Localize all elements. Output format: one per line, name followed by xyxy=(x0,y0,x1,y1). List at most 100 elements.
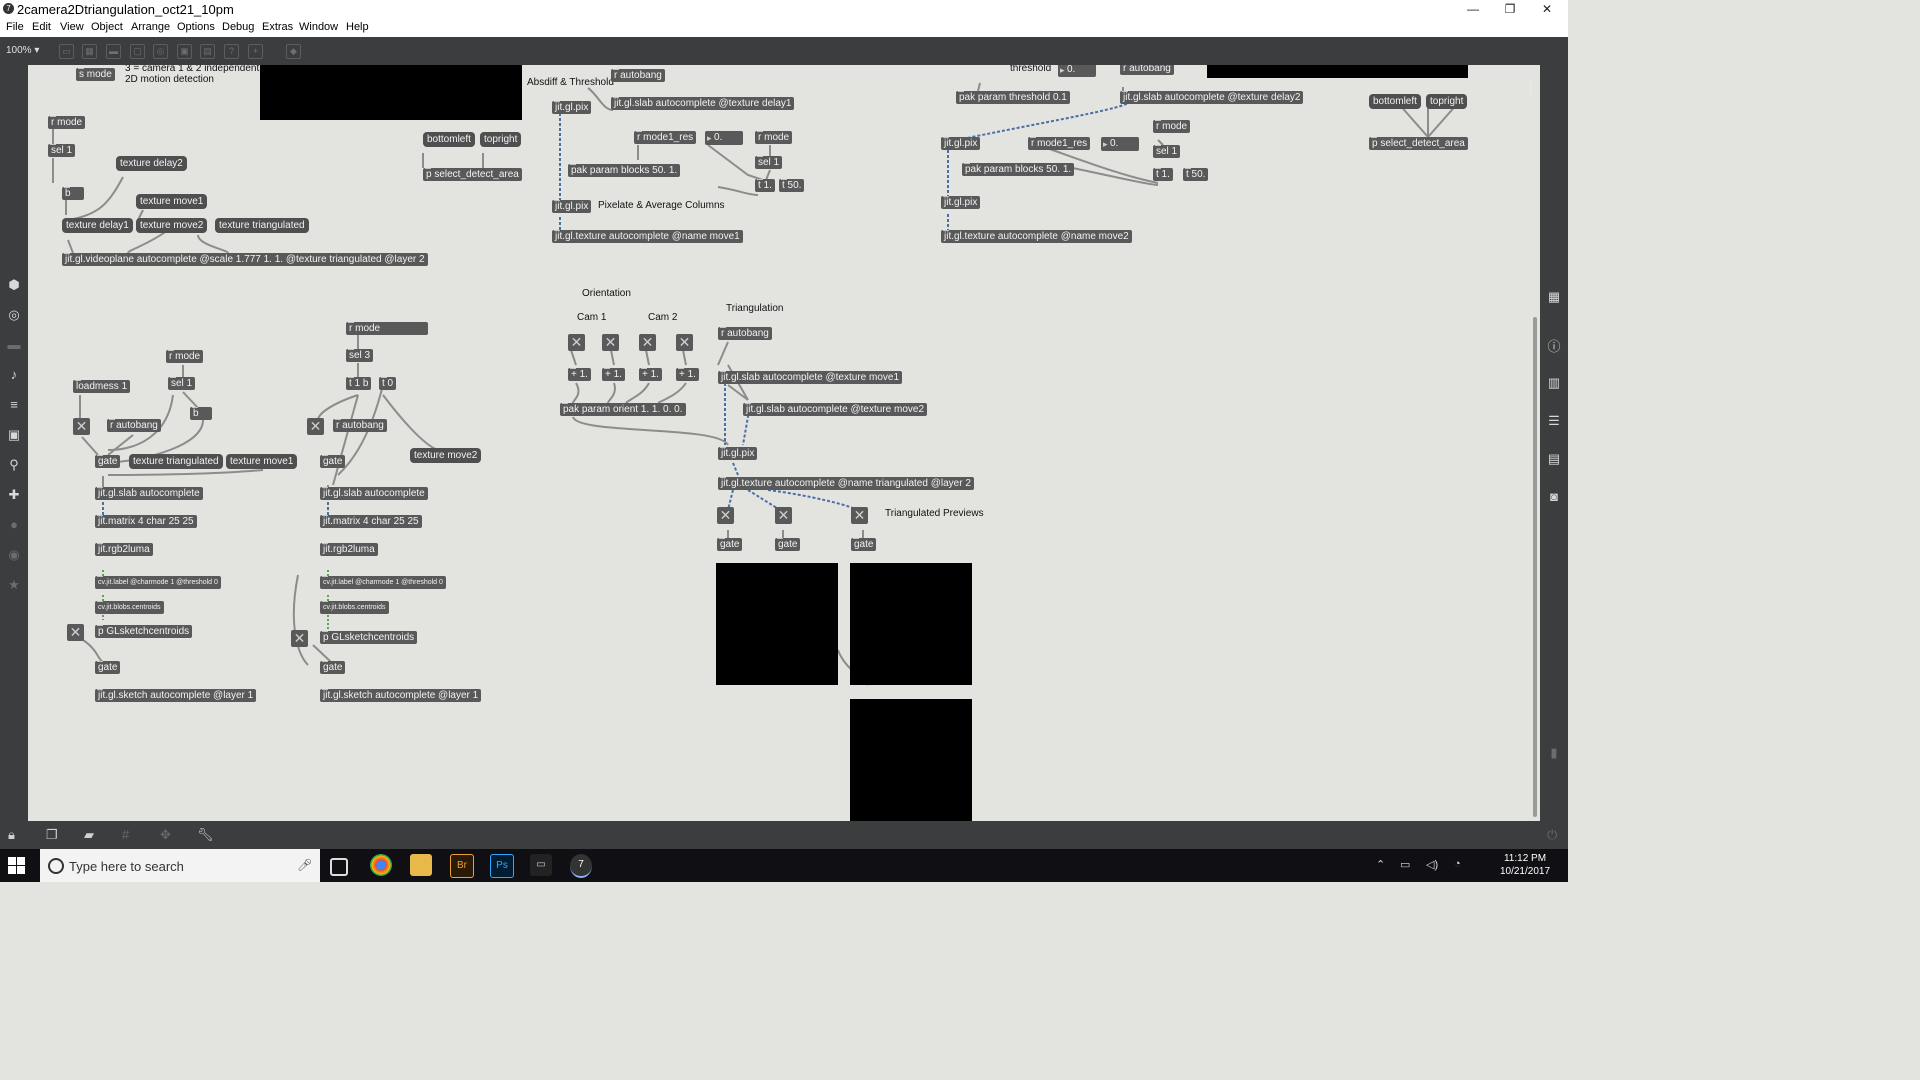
jit-gl-sketch-object[interactable]: jit.gl.sketch autocomplete @layer 1 xyxy=(95,689,257,702)
jit-gl-slab-object[interactable]: jit.gl.slab autocomplete xyxy=(320,487,428,500)
texture-triangulated-message[interactable]: texture triangulated xyxy=(129,454,223,469)
texture-move2-message[interactable]: texture move2 xyxy=(410,448,482,463)
plus-object[interactable]: + 1. xyxy=(602,368,625,381)
toggle[interactable]: ✕ xyxy=(602,334,619,351)
texture-move1-message[interactable]: texture move1 xyxy=(136,194,208,209)
panel-icon[interactable]: ▤ xyxy=(200,44,215,59)
close-button[interactable]: ✕ xyxy=(1530,0,1564,19)
comment-icon[interactable]: ▬ xyxy=(106,44,121,59)
disc-icon[interactable]: ◉ xyxy=(6,547,22,563)
r-mode-object[interactable]: r mode xyxy=(166,350,204,363)
t-1-object[interactable]: t 1. xyxy=(1153,168,1173,181)
toggle[interactable]: ✕ xyxy=(67,624,84,641)
menu-window[interactable]: Window xyxy=(299,21,338,33)
sel-1-object[interactable]: sel 1 xyxy=(168,377,196,390)
restore-button[interactable]: ❐ xyxy=(1493,0,1527,19)
r-autobang-object[interactable]: r autobang xyxy=(718,327,772,340)
grid-icon[interactable]: ▦ xyxy=(82,44,97,59)
menu-edit[interactable]: Edit xyxy=(32,21,51,33)
snap-icon[interactable]: ✥ xyxy=(160,827,171,843)
threshold-number-box[interactable]: 0. xyxy=(1058,65,1096,77)
cv-jit-blobs-centroids-object[interactable]: cv.jit.blobs.centroids xyxy=(95,601,164,614)
gate-object[interactable]: gate xyxy=(775,538,801,551)
texture-delay1-message[interactable]: texture delay1 xyxy=(62,218,133,233)
topright-message[interactable]: topright xyxy=(1426,94,1468,109)
pak-blocks-object[interactable]: pak param blocks 50. 1. xyxy=(962,163,1075,176)
cv-jit-label-object[interactable]: cv.jit.label @charmode 1 @threshold 0 xyxy=(95,576,221,589)
toggle[interactable]: ✕ xyxy=(717,507,734,524)
plus-object[interactable]: + 1. xyxy=(568,368,591,381)
texture-triangulated-message[interactable]: texture triangulated xyxy=(215,218,309,233)
r-autobang-object[interactable]: r autobang xyxy=(107,419,161,432)
paint-icon[interactable]: ◆ xyxy=(286,44,301,59)
file-explorer-icon[interactable] xyxy=(410,854,432,876)
vertical-scrollbar[interactable] xyxy=(1531,65,1540,821)
picture-icon[interactable]: ▣ xyxy=(6,427,22,443)
r-mode1-res-object[interactable]: r mode1_res xyxy=(634,131,697,144)
pak-blocks-object[interactable]: pak param blocks 50. 1. xyxy=(568,164,681,177)
book-icon[interactable]: ▤ xyxy=(1546,451,1562,467)
taskbar-clock[interactable]: 11:12 PM 10/21/2017 xyxy=(1490,852,1560,878)
sel-1-object[interactable]: sel 1 xyxy=(48,144,76,157)
menu-debug[interactable]: Debug xyxy=(222,21,254,33)
gate-object[interactable]: gate xyxy=(851,538,877,551)
t-50-object[interactable]: t 50. xyxy=(779,179,805,192)
r-autobang-object[interactable]: r autobang xyxy=(333,419,387,432)
toggle[interactable]: ✕ xyxy=(775,507,792,524)
pak-threshold-object[interactable]: pak param threshold 0.1 xyxy=(956,91,1070,104)
toggle[interactable]: ✕ xyxy=(851,507,868,524)
gate-object[interactable]: gate xyxy=(95,661,121,674)
videoplane-object[interactable]: jit.gl.videoplane autocomplete @scale 1.… xyxy=(62,253,428,266)
target-icon[interactable]: ◎ xyxy=(6,307,22,323)
toggle[interactable]: ✕ xyxy=(568,334,585,351)
t-0-object[interactable]: t 0 xyxy=(379,377,397,390)
power-icon[interactable]: ⏻ xyxy=(1547,827,1557,843)
toggle[interactable]: ✕ xyxy=(73,418,90,435)
jit-matrix-object[interactable]: jit.matrix 4 char 25 25 xyxy=(320,515,422,528)
r-autobang-object[interactable]: r autobang xyxy=(611,69,665,82)
scrollbar-thumb[interactable] xyxy=(1533,317,1537,817)
windows-start-icon[interactable] xyxy=(8,857,25,874)
t-1-object[interactable]: t 1. xyxy=(755,179,775,192)
jit-rgb2luma-object[interactable]: jit.rgb2luma xyxy=(95,543,153,556)
float-number-box[interactable]: 0. xyxy=(1101,137,1139,151)
toggle[interactable]: ✕ xyxy=(291,630,308,647)
select-detect-area-object[interactable]: p select_detect_area xyxy=(1369,137,1468,150)
network-icon[interactable]: ▭ xyxy=(1400,858,1410,871)
columns-icon[interactable]: ▥ xyxy=(1546,375,1562,391)
presentation-icon[interactable]: ▰ xyxy=(84,827,94,843)
texture-triangulated-object[interactable]: jit.gl.texture autocomplete @name triang… xyxy=(718,477,974,490)
r-autobang-object[interactable]: r autobang xyxy=(1120,65,1174,75)
photoshop-icon[interactable]: Ps xyxy=(490,854,514,878)
jit-gl-slab-object[interactable]: jit.gl.slab autocomplete xyxy=(95,487,203,500)
slab-move1-object[interactable]: jit.gl.slab autocomplete @texture move1 xyxy=(718,371,903,384)
menu-file[interactable]: File xyxy=(6,21,24,33)
jit-gl-pix-object[interactable]: jit.gl.pix xyxy=(718,447,758,460)
cube-icon[interactable]: ⬢ xyxy=(6,277,22,293)
glsketchcentroids-object[interactable]: p GLsketchcentroids xyxy=(95,625,193,638)
toggle[interactable]: ✕ xyxy=(639,334,656,351)
toggle-icon[interactable]: ◎ xyxy=(153,44,168,59)
jit-matrix-object[interactable]: jit.matrix 4 char 25 25 xyxy=(95,515,197,528)
music-note-icon[interactable]: ♪ xyxy=(6,367,22,383)
wrench-icon[interactable]: 🔧︎ xyxy=(197,827,214,843)
bottomleft-message[interactable]: bottomleft xyxy=(423,132,475,147)
jit-gl-sketch-object[interactable]: jit.gl.sketch autocomplete @layer 1 xyxy=(320,689,482,702)
jit-gl-pix-object[interactable]: jit.gl.pix xyxy=(552,200,592,213)
jit-rgb2luma-object[interactable]: jit.rgb2luma xyxy=(320,543,378,556)
lock-icon[interactable]: 🔒︎ xyxy=(8,827,15,843)
t-1-b-object[interactable]: t 1 b xyxy=(346,377,372,390)
select-detect-area-object[interactable]: p select_detect_area xyxy=(423,168,522,181)
list-icon[interactable]: ☰ xyxy=(1546,413,1562,429)
texture-move2-message[interactable]: texture move2 xyxy=(136,218,208,233)
menu-view[interactable]: View xyxy=(60,21,84,33)
jit-gl-pix-object[interactable]: jit.gl.pix xyxy=(941,137,981,150)
button-b-object[interactable]: b xyxy=(62,187,84,200)
taskbar-search-input[interactable]: Type here to search 🎤︎ xyxy=(40,849,320,882)
puzzle-icon[interactable]: ✚ xyxy=(6,487,22,503)
max-taskbar-icon[interactable]: 7 xyxy=(570,854,592,878)
gate-object[interactable]: gate xyxy=(320,661,346,674)
t-50-object[interactable]: t 50. xyxy=(1183,168,1209,181)
pak-orient-object[interactable]: pak param orient 1. 1. 0. 0. xyxy=(560,403,686,416)
topright-message[interactable]: topright xyxy=(480,132,522,147)
